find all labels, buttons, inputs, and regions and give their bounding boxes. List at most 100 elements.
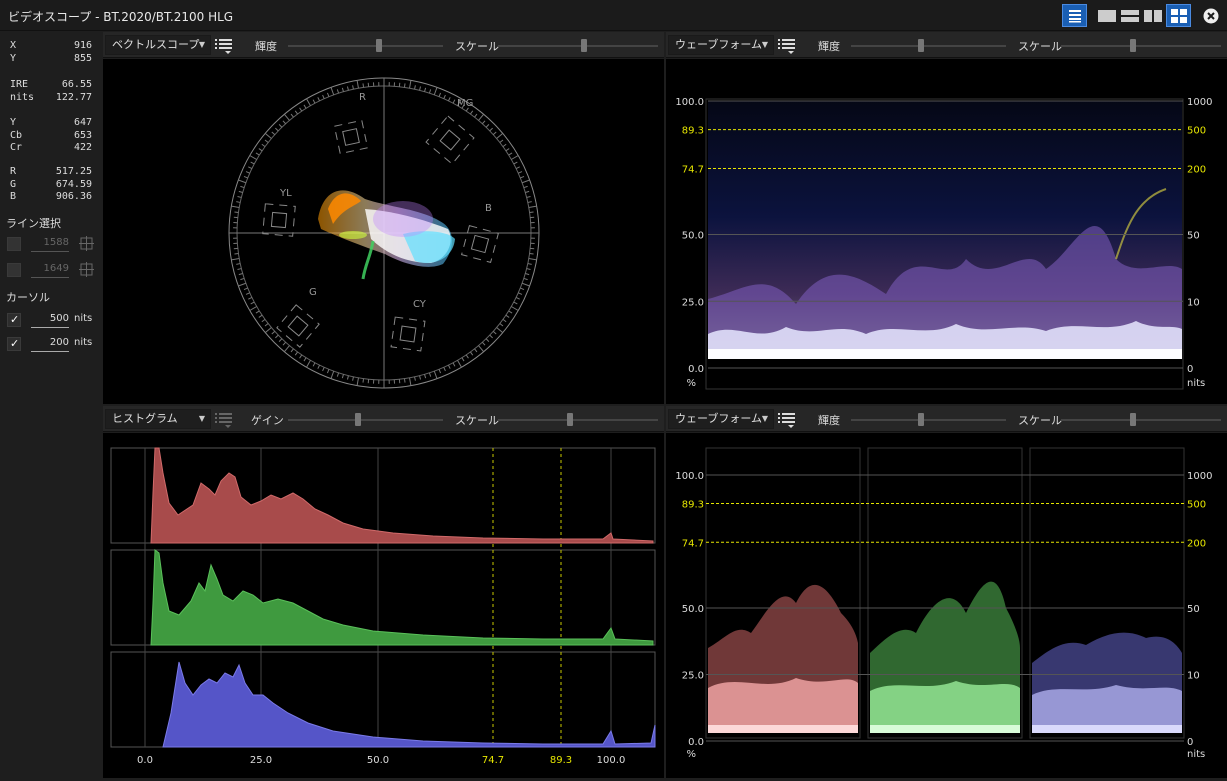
- gain-slider[interactable]: [288, 419, 443, 421]
- histogram-graph: 0.0 25.0 50.0 74.7 89.3 100.0: [103, 433, 664, 778]
- scope-ring-tick: [524, 278, 528, 279]
- cursor1-checkbox[interactable]: [7, 313, 21, 327]
- scope-type-dropdown[interactable]: ウェーブフォーム: [668, 409, 774, 429]
- menu-icon[interactable]: [215, 412, 233, 428]
- scale-slider[interactable]: [1061, 45, 1221, 47]
- layout-single-button[interactable]: [1096, 4, 1118, 27]
- scope-type-dropdown[interactable]: ウェーブフォーム: [668, 35, 774, 55]
- scale-slider-thumb[interactable]: [1130, 413, 1136, 426]
- x-tick-25: 25.0: [250, 755, 272, 766]
- waveform-top-graph: 100.0100089.350074.720050.05025.0100.00%…: [666, 59, 1227, 404]
- crosshair-icon[interactable]: [79, 236, 94, 251]
- cursor1-unit: nits: [74, 313, 92, 324]
- line2-checkbox[interactable]: [7, 263, 21, 277]
- scope-ring-tick: [304, 105, 306, 108]
- scope-ring-tick: [238, 283, 246, 286]
- scope-ring-tick: [522, 180, 530, 183]
- menu-icon[interactable]: [778, 38, 796, 54]
- scope-ring-tick: [295, 352, 297, 355]
- brightness-slider-thumb[interactable]: [918, 39, 924, 52]
- waveform-left-unit: %: [686, 378, 696, 389]
- scope-ring-tick: [347, 376, 348, 380]
- line2-input[interactable]: 1649: [31, 261, 69, 278]
- scope-ring-tick: [307, 360, 311, 367]
- menu-icon[interactable]: [778, 412, 796, 428]
- line1-input[interactable]: 1588: [31, 235, 69, 252]
- layout-quad-button[interactable]: [1166, 4, 1191, 27]
- scope-type-dropdown[interactable]: ベクトルスコープ: [105, 35, 211, 55]
- scale-slider[interactable]: [1061, 419, 1221, 421]
- waveform-right-label: 200: [1187, 165, 1206, 176]
- brightness-slider[interactable]: [851, 45, 1006, 47]
- rgb-readout: R517.25 G674.59 B906.36: [10, 166, 92, 204]
- scope-ring-tick: [518, 172, 522, 174]
- window-title: ビデオスコープ - BT.2020/BT.2100 HLG: [8, 8, 233, 25]
- brightness-slider-thumb[interactable]: [376, 39, 382, 52]
- layout-rows-button[interactable]: [1119, 4, 1141, 27]
- scope-ring-tick: [497, 327, 503, 332]
- line1-checkbox[interactable]: [7, 237, 21, 251]
- scope-ring-tick: [506, 149, 509, 151]
- scope-ring-tick: [291, 349, 293, 352]
- scope-ring-tick: [500, 140, 503, 142]
- list-view-button[interactable]: [1062, 4, 1087, 27]
- waveform-right-unit: nits: [1187, 378, 1205, 389]
- brightness-slider[interactable]: [288, 45, 443, 47]
- g-label: G: [10, 179, 16, 192]
- line-select-heading: ライン選択: [6, 215, 61, 231]
- target-label-cy: CY: [413, 299, 427, 310]
- scope-ring-tick: [530, 253, 534, 254]
- waveform-right-label: 10: [1187, 671, 1200, 682]
- waveform-top-display: 100.0100089.350074.720050.05025.0100.00%…: [666, 59, 1227, 404]
- scope-ring-tick: [284, 346, 289, 352]
- x-tick-74-7: 74.7: [482, 755, 504, 766]
- layout-columns-button[interactable]: [1142, 4, 1164, 27]
- target-label-r: R: [359, 92, 366, 103]
- scope-ring-tick: [518, 293, 522, 295]
- scope-ring-tick: [239, 191, 243, 192]
- scale-slider[interactable]: [498, 45, 658, 47]
- scope-ring-tick: [291, 114, 293, 117]
- scope-ring-tick: [283, 121, 286, 124]
- brightness-slider[interactable]: [851, 419, 1006, 421]
- cursor2-checkbox[interactable]: [7, 337, 21, 351]
- scope-ring-tick: [429, 373, 430, 377]
- waveform-left-label: 0.0: [688, 364, 704, 375]
- scope-ring-tick: [425, 88, 426, 92]
- scope-ring-tick: [250, 307, 257, 311]
- scope-ring-tick: [530, 212, 534, 213]
- nits-value: 122.77: [56, 92, 92, 105]
- scale-slider-thumb[interactable]: [567, 413, 573, 426]
- waveform-bottom-graph: 100.0100089.350074.720050.05025.0100.00%…: [666, 433, 1227, 778]
- scale-slider[interactable]: [498, 419, 658, 421]
- scale-label: スケール: [1018, 412, 1062, 428]
- scope-ring-tick: [444, 367, 446, 371]
- scope-ring-tick: [458, 360, 462, 367]
- scope-ring-tick: [251, 162, 255, 164]
- cr-value: 422: [74, 142, 92, 155]
- scope-ring-tick: [234, 212, 238, 213]
- brightness-slider-thumb[interactable]: [918, 413, 924, 426]
- info-sidebar: X916 Y855 IRE66.55 nits122.77 Y647 Cb653…: [0, 32, 102, 778]
- crosshair-icon[interactable]: [79, 262, 94, 277]
- scope-type-dropdown[interactable]: ヒストグラム: [105, 409, 211, 429]
- scope-ring-tick: [244, 288, 248, 289]
- scale-slider-thumb[interactable]: [1130, 39, 1136, 52]
- x-tick-89-3: 89.3: [550, 755, 572, 766]
- scope-ring-tick: [410, 80, 411, 88]
- menu-icon[interactable]: [215, 38, 233, 54]
- scope-ring-tick: [318, 97, 320, 101]
- scope-ring-tick: [357, 378, 358, 386]
- scope-ring-tick: [434, 87, 437, 95]
- scope-ring-tick: [509, 311, 512, 313]
- waveform-bottom-display: 100.0100089.350074.720050.05025.0100.00%…: [666, 433, 1227, 778]
- scale-slider-thumb[interactable]: [581, 39, 587, 52]
- cursor2-input[interactable]: 200: [31, 335, 69, 352]
- cursor1-input[interactable]: 500: [31, 311, 69, 328]
- ire-label: IRE: [10, 79, 28, 92]
- close-button[interactable]: [1201, 4, 1221, 27]
- waveform-left-label: 50.0: [682, 604, 704, 615]
- scope-ring-tick: [420, 86, 421, 90]
- brightness-label: 輝度: [255, 38, 277, 54]
- gain-slider-thumb[interactable]: [355, 413, 361, 426]
